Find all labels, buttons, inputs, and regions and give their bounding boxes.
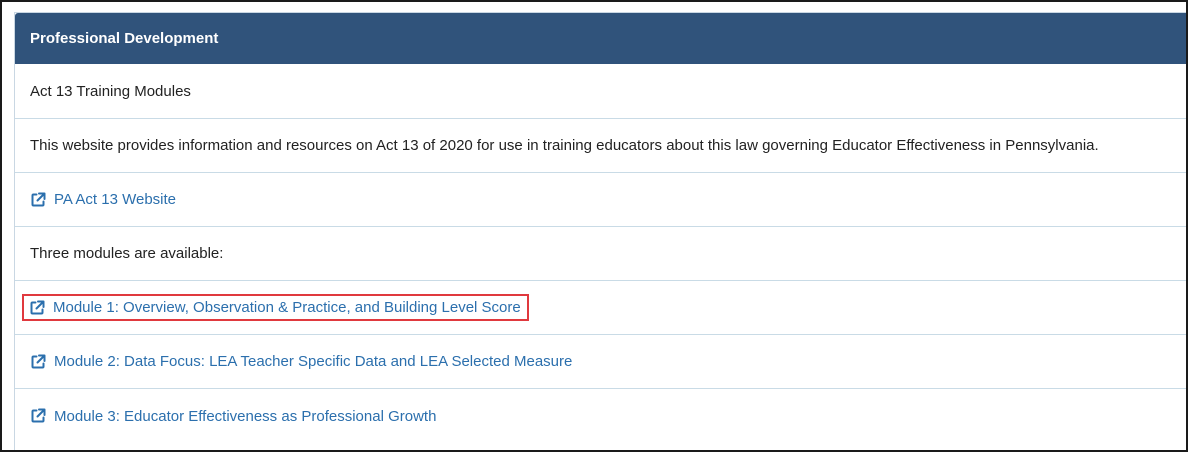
- list-item-module-3: Module 3: Educator Effectiveness as Prof…: [15, 389, 1186, 443]
- list-item-description: This website provides information and re…: [15, 119, 1186, 173]
- panel-title: Professional Development: [15, 13, 1186, 64]
- screenshot-frame: Professional Development Act 13 Training…: [0, 0, 1188, 452]
- training-modules-heading: Act 13 Training Modules: [30, 82, 191, 100]
- external-link-icon: [31, 408, 46, 423]
- list-item-heading: Act 13 Training Modules: [15, 64, 1186, 119]
- module-3-label: Module 3: Educator Effectiveness as Prof…: [54, 407, 437, 425]
- list-item-website: PA Act 13 Website: [15, 173, 1186, 227]
- module-1-link[interactable]: Module 1: Overview, Observation & Practi…: [22, 294, 529, 321]
- module-2-link[interactable]: Module 2: Data Focus: LEA Teacher Specif…: [30, 353, 572, 370]
- module-2-label: Module 2: Data Focus: LEA Teacher Specif…: [54, 353, 573, 370]
- module-3-link[interactable]: Module 3: Educator Effectiveness as Prof…: [30, 408, 436, 425]
- pa-act13-website-link[interactable]: PA Act 13 Website: [30, 191, 176, 208]
- professional-development-panel: Professional Development Act 13 Training…: [14, 12, 1186, 450]
- external-link-icon: [31, 192, 46, 206]
- list-item-module-1: Module 1: Overview, Observation & Practi…: [15, 281, 1186, 335]
- pa-act13-website-label: PA Act 13 Website: [54, 191, 177, 208]
- external-link-icon: [31, 354, 46, 368]
- external-link-icon: [30, 300, 45, 314]
- list-item-module-2: Module 2: Data Focus: LEA Teacher Specif…: [15, 335, 1186, 389]
- list-item-modules-intro: Three modules are available:: [15, 227, 1186, 281]
- modules-intro-text: Three modules are available:: [30, 245, 224, 262]
- description-text: This website provides information and re…: [30, 137, 1099, 154]
- module-1-label: Module 1: Overview, Observation & Practi…: [53, 299, 521, 316]
